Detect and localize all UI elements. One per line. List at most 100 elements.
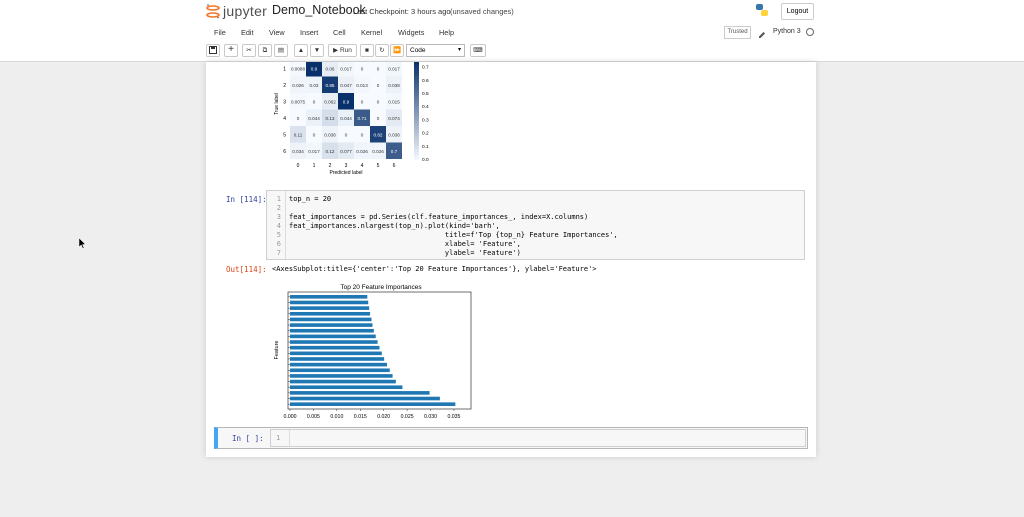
- col-tick: 2: [329, 163, 332, 169]
- insert-cell-button[interactable]: +: [224, 44, 238, 57]
- colorbar-segment: [414, 79, 419, 84]
- bar-series: [290, 295, 456, 406]
- notebook-header: jupyter Demo_Notebook Last Checkpoint: 3…: [0, 0, 1024, 62]
- col-tick: 4: [361, 163, 364, 169]
- matrix-value: 0.077: [340, 149, 352, 154]
- kernel-name[interactable]: Python 3: [773, 28, 801, 35]
- colorbar-tick: 0.1: [422, 144, 429, 150]
- code-line: 7 ylabel= 'Feature'): [267, 249, 521, 258]
- row-tick: 1: [283, 66, 286, 72]
- feature-importance-chart: Top 20 Feature Importances Feature 0.000…: [274, 284, 472, 420]
- colorbar: 0.7 0.6 0.5 0.4 0.3 0.2 0.1 0.0: [414, 62, 429, 163]
- mouse-cursor-icon: [78, 237, 87, 252]
- x-tick-label: 0.030: [424, 414, 437, 420]
- code-text: title=f'Top {top_n} Feature Importances'…: [289, 231, 618, 239]
- line-number: 6: [276, 240, 281, 248]
- logout-button[interactable]: Logout: [781, 3, 814, 20]
- colorbar-segment: [414, 152, 419, 157]
- colorbar-segment: [414, 135, 419, 140]
- paste-button[interactable]: ▤: [274, 44, 288, 57]
- python-logo-icon: [755, 3, 769, 17]
- feature-bar: [290, 323, 373, 327]
- code-text: ylabel= 'Feature'): [289, 249, 521, 257]
- interrupt-kernel-button[interactable]: ■: [360, 44, 374, 57]
- colorbar-segment: [414, 106, 419, 110]
- line-number: 1: [276, 195, 281, 203]
- matrix-value: 0.015: [388, 99, 400, 104]
- menu-edit[interactable]: Edit: [241, 28, 254, 37]
- menu-widgets[interactable]: Widgets: [398, 28, 424, 37]
- feature-bar: [290, 311, 371, 316]
- matrix-value: 0: [361, 99, 364, 104]
- row-tick: 2: [283, 83, 286, 89]
- colorbar-segment: [414, 96, 419, 101]
- notebook-title[interactable]: Demo_Notebook: [272, 3, 366, 17]
- colorbar-tick: 0.7: [422, 65, 429, 71]
- empty-cell-gutter: [289, 430, 290, 446]
- colorbar-segment: [414, 93, 419, 97]
- feature-bar: [290, 328, 374, 333]
- empty-cell-line-number: 1: [276, 434, 281, 442]
- matrix-value: 0.026: [356, 149, 368, 154]
- menu-cell[interactable]: Cell: [333, 28, 346, 37]
- colorbar-segment: [414, 142, 419, 147]
- feature-bar: [290, 391, 430, 395]
- command-palette-button[interactable]: ⌨: [470, 44, 486, 57]
- matrix-value: 0: [377, 83, 380, 88]
- x-tick-label: 0.025: [401, 414, 414, 420]
- code-cell-input[interactable]: 1 top_n = 20 2 3 feat_importances = pd.Serie…: [266, 190, 805, 260]
- jupyter-wordmark[interactable]: jupyter: [223, 3, 267, 19]
- copy-button[interactable]: ⧉: [258, 44, 272, 57]
- matrix-value: 0.036: [324, 132, 336, 137]
- colorbar-segment: [414, 89, 419, 94]
- col-tick: 3: [345, 163, 348, 169]
- matrix-value: 0.85: [326, 83, 335, 88]
- save-button[interactable]: [206, 44, 220, 57]
- menu-help[interactable]: Help: [439, 28, 454, 37]
- menu-view[interactable]: View: [269, 28, 285, 37]
- matrix-value: 0.0088: [291, 66, 305, 71]
- edit-pencil-icon[interactable]: [758, 28, 766, 38]
- menu-insert[interactable]: Insert: [300, 28, 318, 37]
- cut-button[interactable]: ✂: [242, 44, 256, 57]
- x-axis-ticks: 0.000 0.005 0.010 0.015 0.020 0.025 0.030 0.035: [284, 409, 461, 420]
- colorbar-segment: [414, 139, 419, 143]
- matrix-value: 0: [313, 99, 316, 104]
- matrix-value: 0.026: [292, 83, 304, 88]
- feature-bar: [290, 396, 440, 401]
- feature-bar: [290, 334, 376, 339]
- restart-run-all-button[interactable]: ⏩: [390, 44, 404, 57]
- matrix-value: 0.9: [311, 66, 318, 71]
- line-number: 3: [276, 213, 281, 221]
- matrix-value: 0: [377, 116, 380, 121]
- colorbar-segment: [414, 63, 419, 68]
- cell-type-select[interactable]: Code ▾: [406, 44, 465, 57]
- confusion-matrix-cells: 0.0088 0.9 0.06 0.017 0 0 0.017 0.026 0.03 0.85 0.…: [290, 62, 402, 159]
- colorbar-segment: [414, 86, 419, 91]
- move-down-button[interactable]: ▼: [310, 44, 324, 57]
- colorbar-segment: [414, 112, 419, 117]
- checkpoint-status: Last Checkpoint: 3 hours ago: [353, 7, 451, 16]
- code-line: 3 feat_importances = pd.Series(clf.featur…: [267, 213, 588, 222]
- code-line: 1 top_n = 20: [267, 195, 331, 204]
- restart-kernel-button[interactable]: ↻: [375, 44, 389, 57]
- empty-cell-input[interactable]: 1: [270, 429, 806, 447]
- trusted-badge[interactable]: Trusted: [724, 26, 751, 39]
- col-tick: 5: [377, 163, 380, 169]
- run-play-icon: ▶: [333, 47, 339, 54]
- colorbar-tick: 0.6: [422, 78, 429, 84]
- x-tick-label: 0.000: [284, 414, 297, 420]
- colorbar-tick: 0.5: [422, 91, 429, 97]
- feature-bar: [290, 385, 403, 390]
- row-tick: 6: [283, 149, 286, 155]
- jupyter-logo-icon[interactable]: [206, 3, 220, 19]
- colorbar-segment: [414, 132, 419, 137]
- colorbar-segment: [414, 149, 419, 153]
- menu-kernel[interactable]: Kernel: [361, 28, 382, 37]
- feature-bar: [290, 345, 380, 350]
- feature-bar: [290, 306, 370, 310]
- output-prompt: Out[114]:: [226, 265, 267, 274]
- run-button[interactable]: ▶ Run: [328, 44, 357, 57]
- move-up-button[interactable]: ▲: [294, 44, 308, 57]
- menu-file[interactable]: File: [214, 28, 226, 37]
